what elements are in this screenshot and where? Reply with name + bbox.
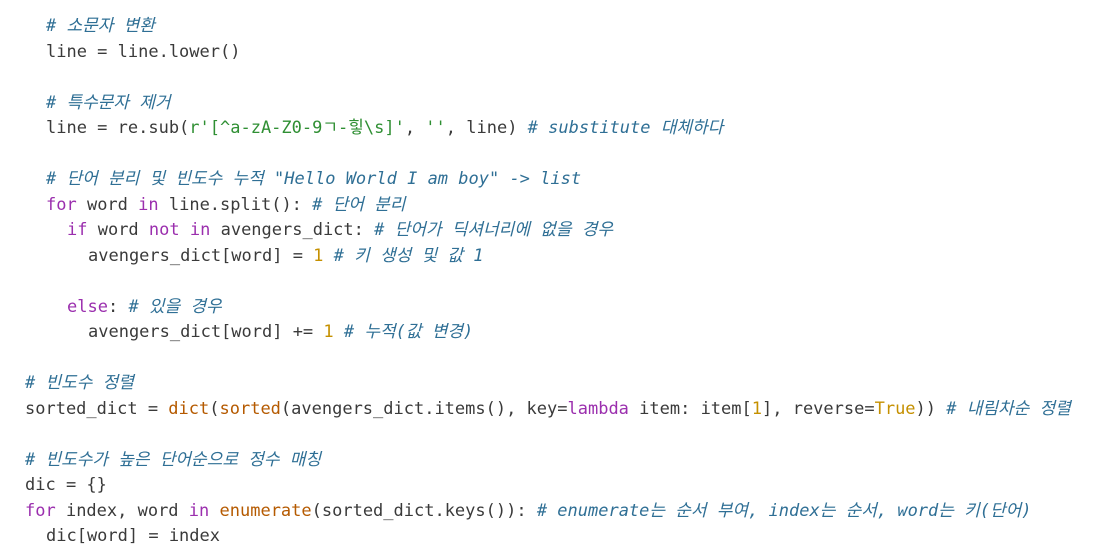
code-line: line = re.sub(r'[^a-zA-Z0-9ㄱ-힣\s]', '', …: [46, 116, 723, 142]
code-token-keyword: in: [188, 500, 210, 521]
code-token-normal: line = re.sub(: [46, 118, 190, 138]
code-token-comment: # substitute 대체하다: [527, 118, 724, 138]
code-line: sorted_dict = dict(sorted(avengers_dict.…: [25, 397, 1071, 423]
code-token-normal: dic = {}: [25, 475, 107, 495]
code-token-normal: :: [107, 296, 129, 317]
code-token-comment: # 키 생성 및 값 1: [333, 245, 484, 266]
code-token-normal: (avengers_dict.items(), key=: [280, 398, 568, 419]
code-editor[interactable]: # 소문자 변환 line = line.lower() # 특수문자 제거 line…: [0, 0, 1096, 556]
code-line: # 단어 분리 및 빈도수 누적 "Hello World I am boy" …: [46, 167, 581, 193]
code-token-normal: word: [87, 220, 149, 240]
code-token-number: 1: [323, 322, 334, 342]
code-token-normal: dic[word] = index: [46, 526, 220, 546]
code-token-comment: # 빈도수 정렬: [25, 373, 134, 393]
code-token-keyword: lambda: [567, 398, 629, 419]
code-token-normal: avengers_dict[word] =: [88, 245, 314, 266]
code-token-normal: item: item[: [628, 398, 752, 419]
code-token-comment: # 빈도수가 높은 단어순으로 정수 매칭: [25, 449, 322, 470]
code-token-comment: # 내림차순 정렬: [946, 398, 1071, 419]
code-token-normal: [180, 220, 190, 240]
code-token-normal: [323, 246, 333, 266]
code-token-keyword: if: [67, 220, 88, 240]
code-token-normal: )): [915, 398, 947, 419]
code-token-keyword: for: [25, 500, 56, 521]
code-token-keyword: not: [148, 220, 180, 240]
code-token-keyword: for: [46, 194, 77, 215]
code-token-normal: index, word: [55, 500, 189, 521]
code-token-normal: ], reverse=: [762, 398, 875, 419]
code-token-builtin: enumerate: [219, 500, 312, 521]
code-token-string: r'[^a-zA-Z0-9ㄱ-힣\s]': [189, 118, 405, 138]
code-token-comment: # 단어 분리: [312, 194, 406, 215]
code-line: else: # 있을 경우: [67, 295, 222, 321]
code-line: # 특수문자 제거: [46, 91, 171, 117]
code-token-number: 1: [313, 245, 324, 266]
code-line: dic = {}: [25, 473, 107, 499]
code-token-comment: # 단어가 딕셔너리에 없을 경우: [374, 220, 613, 240]
code-token-builtin: dict: [168, 398, 210, 419]
code-token-comment: # 소문자 변환: [46, 16, 155, 36]
code-token-normal: (sorted_dict.keys()):: [311, 500, 537, 521]
code-token-number: 1: [751, 398, 762, 419]
code-token-normal: [334, 322, 344, 342]
code-token-normal: avengers_dict:: [210, 220, 375, 240]
code-token-keyword: in: [189, 220, 211, 240]
code-token-comment: # 있을 경우: [128, 296, 222, 317]
code-token-normal: word: [76, 194, 139, 215]
code-line: avengers_dict[word] += 1 # 누적(값 변경): [88, 320, 473, 346]
code-token-keyword: in: [138, 194, 159, 215]
code-token-normal: , line): [445, 118, 528, 138]
code-line: line = line.lower(): [46, 40, 240, 66]
code-line: # 소문자 변환: [46, 14, 155, 40]
code-token-normal: (: [209, 398, 220, 419]
code-token-comment: # 특수문자 제거: [46, 92, 171, 113]
code-line: for word in line.split(): # 단어 분리: [46, 193, 405, 219]
code-token-normal: sorted_dict =: [25, 398, 169, 419]
code-line: avengers_dict[word] = 1 # 키 생성 및 값 1: [88, 244, 484, 270]
code-token-string: '': [425, 118, 446, 138]
code-line: dic[word] = index: [46, 524, 220, 550]
code-token-comment: # 단어 분리 및 빈도수 누적 "Hello World I am boy" …: [46, 169, 582, 189]
code-token-builtin: sorted: [219, 398, 281, 419]
code-token-boolean: True: [874, 398, 916, 419]
code-line: for index, word in enumerate(sorted_dict…: [25, 499, 1032, 525]
code-line: # 빈도수가 높은 단어순으로 정수 매칭: [25, 448, 321, 474]
code-token-normal: ,: [404, 118, 426, 138]
code-token-keyword: else: [67, 296, 108, 317]
code-token-comment: # 누적(값 변경): [343, 322, 474, 342]
code-token-normal: avengers_dict[word] +=: [88, 322, 324, 342]
code-line: if word not in avengers_dict: # 단어가 딕셔너리…: [67, 218, 613, 244]
code-token-comment: # enumerate는 순서 부여, index는 순서, word는 키(단…: [536, 500, 1032, 521]
code-line: # 빈도수 정렬: [25, 371, 134, 397]
code-token-normal: line = line.lower(): [46, 41, 241, 62]
code-token-normal: line.split():: [158, 194, 313, 215]
code-token-normal: [209, 501, 219, 521]
